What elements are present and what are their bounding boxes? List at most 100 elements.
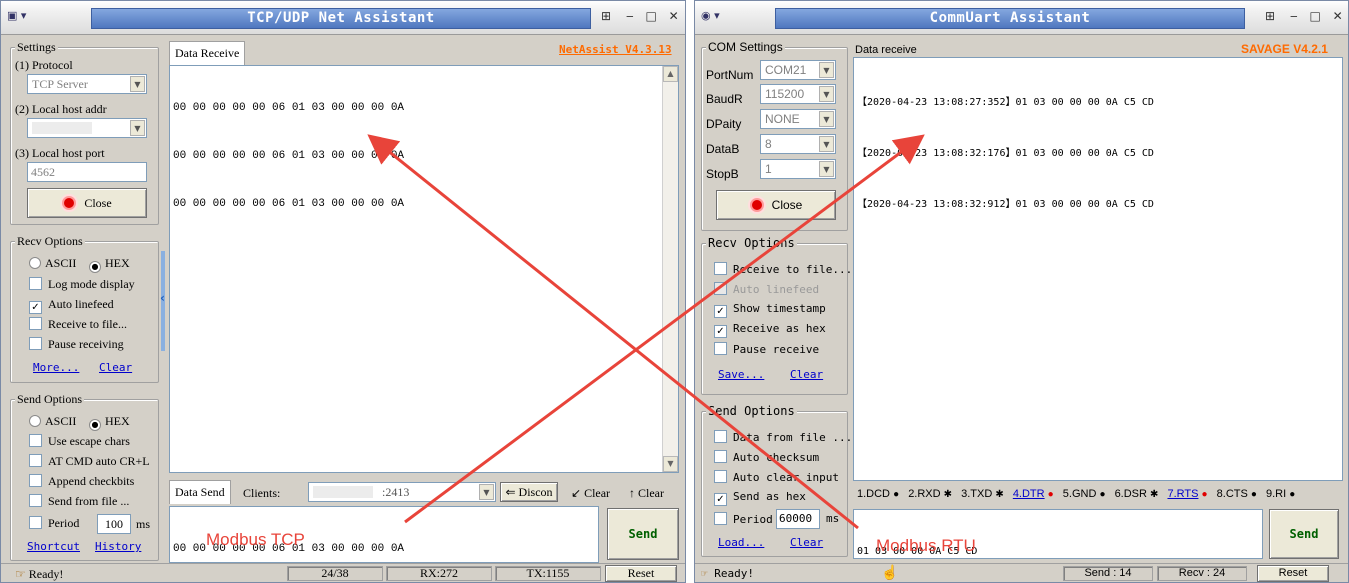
radio-selected-icon: ● bbox=[89, 261, 101, 273]
net-assistant-titlebar[interactable]: ▣ ▾ TCP/UDP Net Assistant ⊞ ‒ □ ✕ bbox=[1, 1, 685, 35]
send-as-hex-checkbox[interactable]: ✓ Send as hex bbox=[714, 490, 806, 506]
recv-hex-radio[interactable]: ● HEX bbox=[89, 256, 130, 273]
chevron-down-icon[interactable]: ▼ bbox=[130, 76, 145, 92]
reset-button[interactable]: Reset bbox=[1257, 565, 1329, 582]
chevron-down-icon[interactable]: ▼ bbox=[819, 111, 834, 127]
window-controls-icon[interactable]: ‒ □ ✕ bbox=[1290, 9, 1347, 27]
more-link[interactable]: More... bbox=[33, 361, 79, 375]
at-cmd-checkbox[interactable]: AT CMD auto CR+L bbox=[29, 454, 150, 468]
show-timestamp-checkbox[interactable]: ✓ Show timestamp bbox=[714, 302, 826, 318]
send-hex-radio[interactable]: ● HEX bbox=[89, 414, 130, 431]
tab-data-receive[interactable]: Data Receive bbox=[169, 41, 246, 65]
pin-icon[interactable]: ⊞ bbox=[601, 9, 615, 27]
chevron-down-icon[interactable]: ▼ bbox=[819, 86, 834, 102]
collapse-chevron-icon[interactable]: ‹ bbox=[160, 291, 165, 305]
data-receive-label: Data receive bbox=[855, 44, 917, 56]
recv-clear-link[interactable]: Clear bbox=[790, 368, 823, 382]
period-checkbox[interactable]: Period bbox=[29, 516, 79, 530]
send-ascii-radio[interactable]: ASCII bbox=[29, 414, 76, 428]
tab-data-send[interactable]: Data Send bbox=[169, 480, 231, 504]
send-button[interactable]: Send bbox=[607, 508, 679, 560]
data-from-file-checkbox[interactable]: Data from file ... bbox=[714, 430, 852, 445]
chevron-down-icon[interactable]: ▼ bbox=[479, 484, 494, 500]
receive-as-hex-checkbox[interactable]: ✓ Receive as hex bbox=[714, 322, 826, 338]
app-icon[interactable]: ◉ ▾ bbox=[701, 9, 741, 27]
save-link[interactable]: Save... bbox=[718, 368, 764, 382]
protocol-select[interactable]: TCP Server ▼ bbox=[27, 74, 147, 94]
recv-ascii-radio[interactable]: ASCII bbox=[29, 256, 76, 270]
checkbox-icon bbox=[29, 317, 42, 330]
period-input[interactable]: 60000 bbox=[776, 509, 820, 529]
red-dot-icon: ● bbox=[1047, 489, 1054, 500]
modbus-tcp-annotation: Modbus TCP bbox=[206, 530, 305, 549]
load-link[interactable]: Load... bbox=[718, 536, 764, 550]
signal-link[interactable]: 7.RTS bbox=[1167, 488, 1198, 500]
chevron-down-icon[interactable]: ▼ bbox=[130, 120, 145, 136]
send-clear-link[interactable]: Clear bbox=[790, 536, 823, 550]
chevron-down-icon[interactable]: ▼ bbox=[819, 161, 834, 177]
shortcut-link[interactable]: Shortcut bbox=[27, 540, 80, 554]
append-checkbits-checkbox[interactable]: Append checkbits bbox=[29, 474, 134, 488]
receive-to-file-checkbox[interactable]: Receive to file... bbox=[714, 262, 852, 277]
signal-link[interactable]: 4.DTR bbox=[1013, 488, 1045, 500]
tx-cell: TX:1155 bbox=[495, 566, 601, 581]
gear-dot-icon: ✱ bbox=[1150, 489, 1159, 500]
dpaity-select[interactable]: NONE ▼ bbox=[760, 109, 836, 129]
stopb-select[interactable]: 1 ▼ bbox=[760, 159, 836, 179]
auto-checksum-checkbox[interactable]: Auto checksum bbox=[714, 450, 819, 465]
comuart-titlebar[interactable]: ◉ ▾ CommUart Assistant ⊞ ‒ □ ✕ bbox=[695, 1, 1348, 35]
receive-to-file-checkbox[interactable]: Receive to file... bbox=[29, 317, 127, 331]
period-checkbox[interactable]: Period bbox=[714, 512, 773, 527]
send-from-file-checkbox[interactable]: Send from file ... bbox=[29, 494, 129, 508]
recv-ascii-label: ASCII bbox=[45, 256, 77, 270]
auto-clear-input-checkbox[interactable]: Auto clear input bbox=[714, 470, 839, 485]
escape-chars-checkbox[interactable]: Use escape chars bbox=[29, 434, 130, 448]
discon-button[interactable]: ⇐ Discon bbox=[500, 482, 558, 502]
pause-receiving-checkbox[interactable]: Pause receiving bbox=[29, 337, 124, 351]
scroll-up-icon[interactable]: ▲ bbox=[663, 66, 678, 82]
send-from-file-label: Send from file ... bbox=[48, 494, 130, 508]
reset-button[interactable]: Reset bbox=[605, 565, 677, 582]
datab-select[interactable]: 8 ▼ bbox=[760, 134, 836, 154]
signal-label: 6.DSR bbox=[1114, 488, 1147, 500]
signal-rxd: 2.RXD ✱ bbox=[908, 488, 952, 500]
discon-label: Discon bbox=[518, 485, 553, 499]
clients-select[interactable]: :2413 ▼ bbox=[308, 482, 496, 502]
data-receive-area[interactable]: 00 00 00 00 00 06 01 03 00 00 00 0A 00 0… bbox=[169, 65, 679, 473]
auto-linefeed-checkbox[interactable]: ✓ Auto linefeed bbox=[29, 297, 114, 314]
settings-group: Settings (1) Protocol TCP Server ▼ (2) L… bbox=[10, 40, 159, 225]
rx-cell: RX:272 bbox=[386, 566, 492, 581]
host-addr-select[interactable]: ▼ bbox=[27, 118, 147, 138]
data-receive-area[interactable]: 【2020-04-23 13:08:27:352】01 03 00 00 00 … bbox=[853, 57, 1343, 481]
receive-scrollbar[interactable]: ▲ ▼ bbox=[662, 66, 678, 472]
signal-rts[interactable]: 7.RTS ● bbox=[1167, 488, 1207, 500]
checkbox-icon bbox=[714, 430, 727, 443]
receive-line: 【2020-04-23 13:08:32:912】01 03 00 00 00 … bbox=[857, 199, 1154, 210]
pin-icon[interactable]: ⊞ bbox=[1265, 9, 1279, 27]
log-mode-checkbox[interactable]: Log mode display bbox=[29, 277, 135, 291]
signal-dtr[interactable]: 4.DTR ● bbox=[1013, 488, 1054, 500]
version-label: SAVAGE V4.2.1 bbox=[1241, 42, 1328, 56]
portnum-select[interactable]: COM21 ▼ bbox=[760, 60, 836, 80]
history-link[interactable]: History bbox=[95, 540, 141, 554]
client-value: :2413 bbox=[382, 485, 410, 499]
chevron-down-icon[interactable]: ▼ bbox=[819, 62, 834, 78]
app-icon[interactable]: ▣ ▾ bbox=[7, 9, 47, 27]
pause-receive-checkbox[interactable]: Pause receive bbox=[714, 342, 819, 357]
host-port-input[interactable]: 4562 bbox=[27, 162, 147, 182]
checkbox-icon bbox=[29, 277, 42, 290]
baudr-select[interactable]: 115200 ▼ bbox=[760, 84, 836, 104]
close-button[interactable]: Close bbox=[27, 188, 147, 218]
auto-linefeed-checkbox[interactable]: Auto linefeed bbox=[714, 282, 819, 297]
version-link[interactable]: NetAssist V4.3.13 bbox=[559, 43, 672, 57]
close-button[interactable]: Close bbox=[716, 190, 836, 220]
send-button[interactable]: Send bbox=[1269, 509, 1339, 559]
period-input[interactable]: 100 bbox=[97, 514, 131, 534]
clear-arrow-icon: ↙ bbox=[571, 486, 585, 500]
clear-send-button[interactable]: ↑ Clear bbox=[629, 486, 664, 500]
window-controls-icon[interactable]: ‒ □ ✕ bbox=[626, 9, 683, 27]
scroll-down-icon[interactable]: ▼ bbox=[663, 456, 678, 472]
clear-receive-button[interactable]: ↙ Clear bbox=[571, 486, 610, 500]
chevron-down-icon[interactable]: ▼ bbox=[819, 136, 834, 152]
recv-clear-link[interactable]: Clear bbox=[99, 361, 132, 375]
